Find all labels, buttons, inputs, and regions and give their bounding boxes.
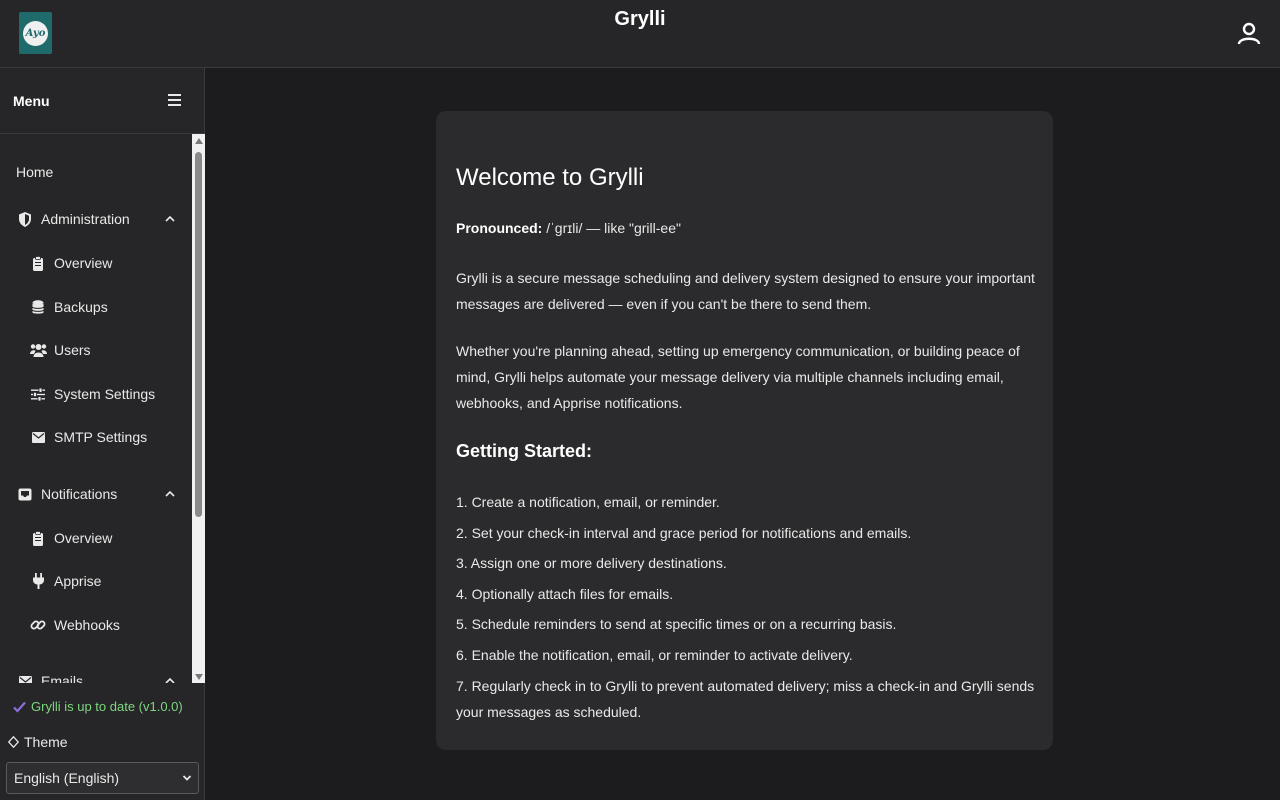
chevron-up-icon [165, 677, 175, 683]
sidebar-item-admin-overview[interactable]: Overview [0, 245, 192, 281]
welcome-card: Welcome to Grylli Pronounced: /ˈɡrɪli/ —… [436, 111, 1053, 750]
intro-paragraph: Grylli is a secure message scheduling an… [456, 270, 1035, 312]
scroll-up-arrow-icon[interactable] [192, 134, 205, 147]
sliders-icon [29, 385, 47, 403]
update-status: Grylli is up to date (v1.0.0) [13, 699, 183, 714]
getting-started-title: Getting Started: [456, 441, 593, 461]
pronounced-value: /ˈɡrɪli/ — like "grill-ee" [546, 220, 681, 236]
link-icon [29, 616, 47, 634]
list-item: 3. Assign one or more delivery destinati… [456, 555, 727, 572]
sidebar-item-backups[interactable]: Backups [0, 289, 192, 325]
list-item: 2. Set your check-in interval and grace … [456, 524, 912, 541]
sidebar-item-label: Apprise [54, 573, 102, 589]
sidebar: Menu Home Administration Overview Backup… [0, 68, 205, 800]
sidebar-item-notifications-overview[interactable]: Overview [0, 520, 192, 556]
clipboard-icon [29, 529, 47, 547]
sidebar-item-smtp-settings[interactable]: SMTP Settings [0, 419, 192, 455]
getting-started-steps: 1. Create a notification, email, or remi… [456, 489, 1036, 729]
list-item: 7. Regularly check in to Grylli to preve… [456, 677, 1035, 720]
list-item: 4. Optionally attach files for emails. [456, 585, 674, 602]
theme-label: Theme [24, 734, 68, 750]
sidebar-item-home[interactable]: Home [0, 154, 192, 190]
sidebar-nav: Home Administration Overview Backups Use… [0, 134, 192, 683]
language-select[interactable]: English (English) [6, 762, 199, 794]
sidebar-item-label: Emails [41, 673, 84, 683]
sidebar-item-label: Overview [54, 255, 113, 271]
purpose-paragraph: Whether you're planning ahead, setting u… [456, 343, 1020, 411]
sidebar-item-system-settings[interactable]: System Settings [0, 376, 192, 412]
menu-title: Menu [13, 93, 50, 109]
sidebar-item-emails[interactable]: Emails [0, 663, 192, 683]
top-bar: Ayo Grylli [0, 0, 1280, 68]
pronunciation: Pronounced: /ˈɡrɪli/ — like "grill-ee" [456, 220, 681, 236]
database-icon [29, 298, 47, 316]
sidebar-item-label: Administration [41, 211, 130, 227]
pronounced-label: Pronounced: [456, 220, 543, 236]
sidebar-item-label: System Settings [54, 386, 156, 402]
sidebar-item-label: Overview [54, 530, 113, 546]
chevron-down-icon [182, 775, 192, 781]
sidebar-header: Menu [0, 68, 205, 134]
sidebar-item-notifications[interactable]: Notifications [0, 476, 192, 512]
sidebar-item-label: Notifications [41, 486, 118, 502]
list-item: 1. Create a notification, email, or remi… [456, 494, 720, 510]
plug-icon [29, 572, 47, 590]
sidebar-item-webhooks[interactable]: Webhooks [0, 607, 192, 643]
list-item: 6. Enable the notification, email, or re… [456, 646, 853, 663]
sidebar-item-label: Backups [54, 299, 108, 315]
scroll-down-arrow-icon[interactable] [192, 670, 205, 683]
check-icon [13, 701, 26, 713]
update-status-text: Grylli is up to date (v1.0.0) [31, 699, 183, 714]
scrollbar-thumb[interactable] [195, 152, 202, 517]
inbox-icon [16, 485, 34, 503]
theme-toggle[interactable]: Theme [8, 734, 68, 750]
user-menu-button[interactable] [1232, 16, 1266, 50]
page-title: Welcome to Grylli [456, 164, 644, 191]
sidebar-item-apprise[interactable]: Apprise [0, 563, 192, 599]
users-icon [29, 341, 47, 359]
list-item: 5. Schedule reminders to send at specifi… [456, 616, 897, 633]
clipboard-icon [29, 254, 47, 272]
sidebar-scrollbar[interactable] [192, 134, 205, 683]
sidebar-item-administration[interactable]: Administration [0, 201, 192, 237]
sidebar-item-label: Home [16, 164, 54, 180]
hamburger-icon[interactable] [168, 90, 188, 110]
sidebar-item-users[interactable]: Users [0, 332, 192, 368]
diamond-icon [8, 736, 19, 748]
chevron-up-icon [165, 490, 175, 497]
user-icon [1237, 22, 1261, 45]
app-title: Grylli [614, 8, 666, 30]
sidebar-item-label: SMTP Settings [54, 429, 148, 445]
sidebar-item-label: Users [54, 342, 91, 358]
sidebar-item-label: Webhooks [54, 617, 120, 633]
shield-icon [16, 210, 34, 228]
envelope-icon [29, 428, 47, 446]
language-selected-value: English (English) [14, 770, 120, 786]
envelope-icon [16, 672, 34, 683]
chevron-up-icon [165, 215, 175, 222]
